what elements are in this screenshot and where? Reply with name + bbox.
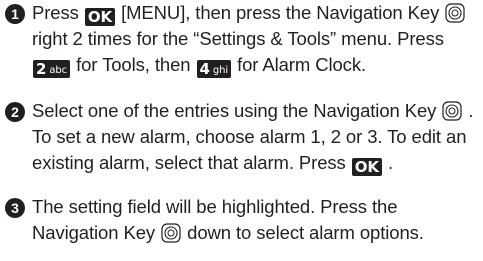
key-number: 2 [36,60,47,78]
key-letters: ghi [212,65,229,76]
key-number: 4 [199,60,210,78]
step-text-fragment: Navigation Key [32,222,156,243]
step-line: right 2 times for the “Settings & Tools”… [32,28,444,49]
step-text-fragment: . [387,152,394,173]
step-line: The setting field will be highlighted. P… [32,196,398,217]
navigation-key-icon [442,101,462,121]
step-text: Select one of the entries using the Navi… [32,98,482,176]
step-line: Navigation Key down to select alarm opti… [32,220,482,246]
ok-key-icon: OK [84,8,116,26]
navigation-key-icon [445,3,465,23]
step-line: existing alarm, select that alarm. Press… [32,150,482,176]
step-line: Select one of the entries using the Navi… [32,98,482,124]
key-letters: abc [49,65,68,76]
step-text-fragment: Select one of the entries using the Navi… [32,100,437,121]
step-number-badge: 3 [5,198,25,218]
key-4-icon: 4 ghi [196,60,232,78]
step-line: 2 abc for Tools, then 4 ghi for Alarm Cloc… [32,52,482,78]
step-text-fragment: Press [32,2,79,23]
step-number-badge: 1 [5,4,25,24]
step-text-fragment: existing alarm, select that alarm. Press [32,152,346,173]
step-number-badge: 2 [5,102,25,122]
step-text-fragment: for Alarm Clock. [237,54,367,75]
step-text: The setting field will be highlighted. P… [32,194,482,246]
step-line: To set a new alarm, choose alarm 1, 2 or… [32,126,467,147]
ok-key-icon: OK [351,158,382,176]
step-text-fragment: for Tools, then [76,54,191,75]
step-line: Press OK [MENU], then press the Navigati… [32,0,482,26]
navigation-key-icon [161,223,181,243]
key-2-icon: 2 abc [33,60,71,78]
step-text-fragment: . [468,100,474,121]
step-text-fragment: down to select alarm options. [187,222,424,243]
step-text: Press OK [MENU], then press the Navigati… [32,0,482,78]
step-text-fragment: [MENU], then press the Navigation Key [121,2,440,23]
